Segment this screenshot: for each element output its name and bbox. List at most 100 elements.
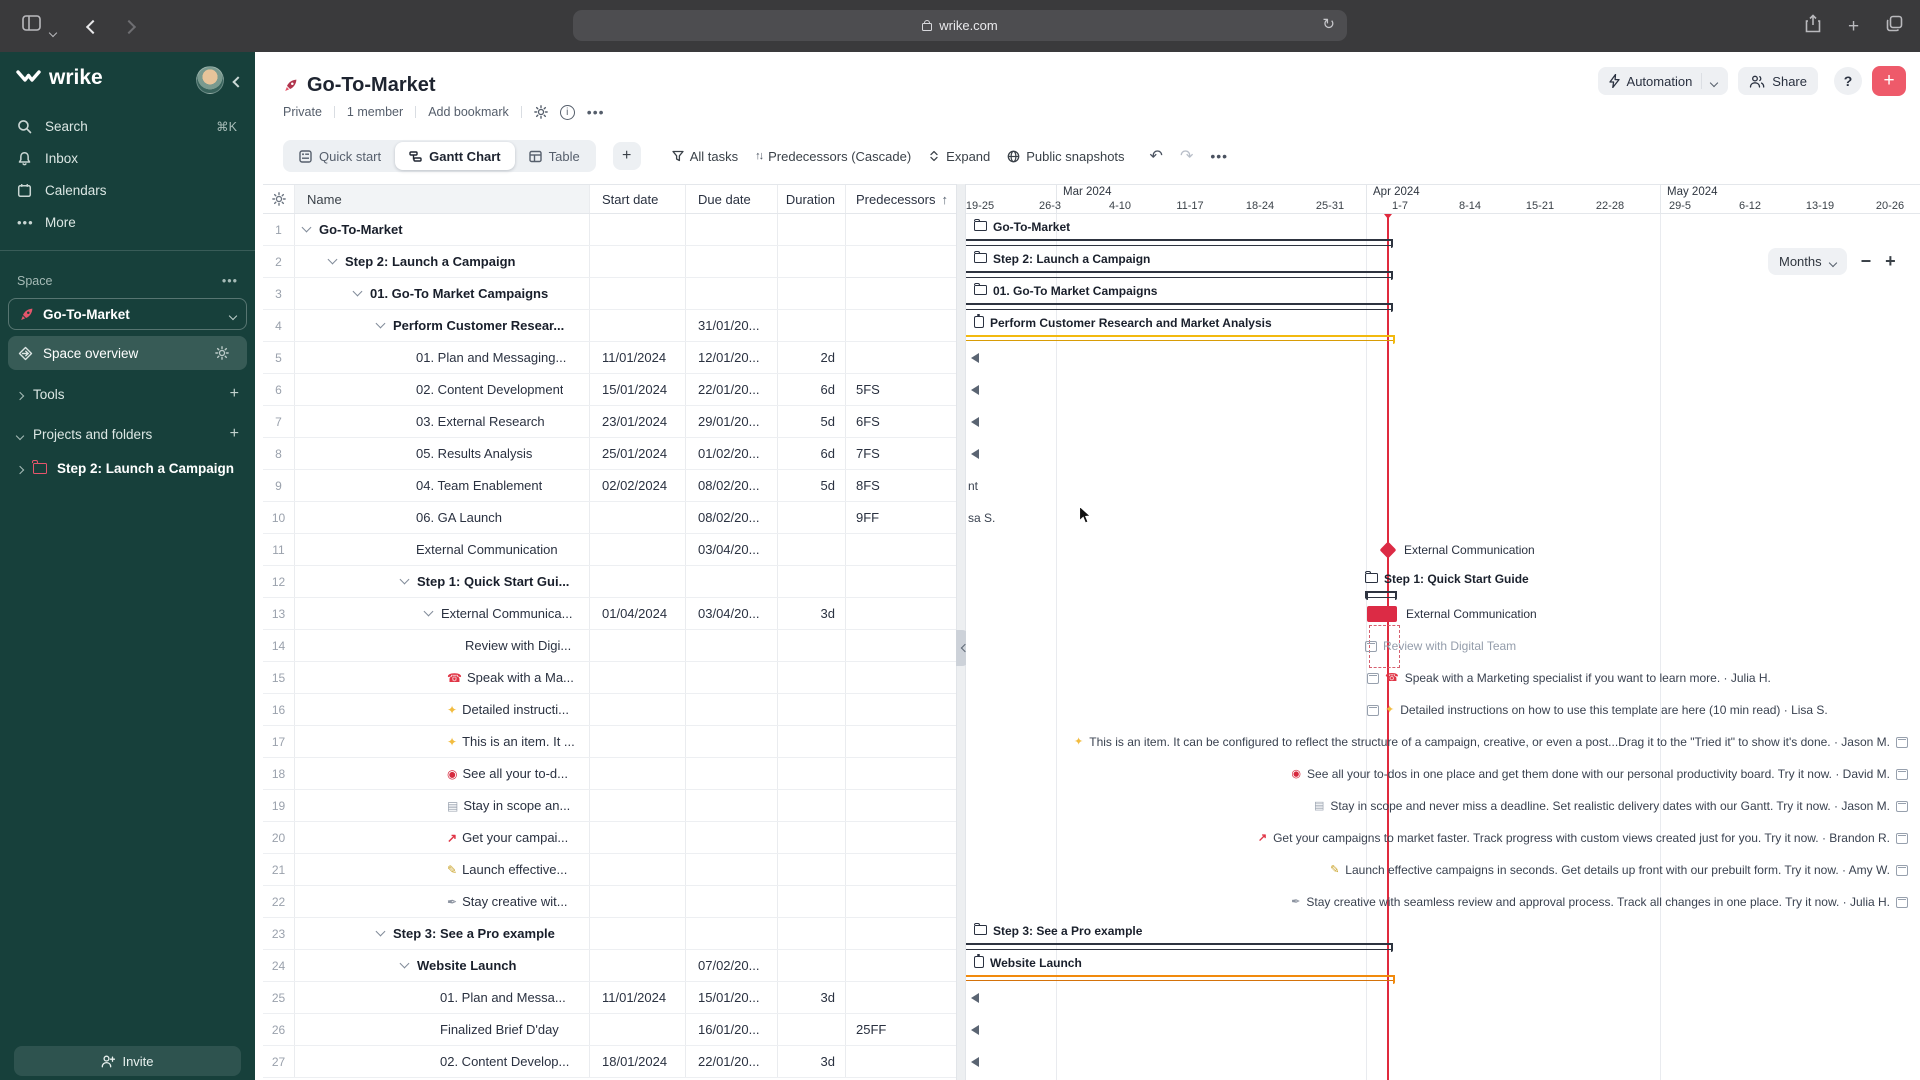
gear-icon[interactable] (215, 346, 229, 360)
duration-cell[interactable]: 5d (778, 406, 846, 437)
predecessors-cell[interactable] (846, 214, 956, 245)
task-name-cell[interactable]: 03. External Research (295, 406, 590, 437)
milestone-diamond[interactable] (1380, 542, 1397, 559)
sidebar-item-more[interactable]: ••• More (0, 206, 255, 238)
task-name-cell[interactable]: Website Launch (295, 950, 590, 981)
predecessors-cell[interactable] (846, 246, 956, 277)
expand-chevron[interactable] (328, 255, 338, 265)
duration-cell[interactable]: 5d (778, 470, 846, 501)
task-name-cell[interactable]: ✎Launch effective... (295, 854, 590, 885)
duration-cell[interactable] (778, 726, 846, 757)
start-date-cell[interactable] (590, 566, 686, 597)
start-date-cell[interactable] (590, 950, 686, 981)
offscreen-left-indicator[interactable] (971, 417, 979, 427)
start-date-cell[interactable] (590, 790, 686, 821)
table-row[interactable]: 21✎Launch effective... (263, 854, 956, 886)
task-name-cell[interactable]: Step 2: Launch a Campaign (295, 246, 590, 277)
task-name-cell[interactable]: 06. GA Launch (295, 502, 590, 533)
sidebar-item-search[interactable]: Search ⌘K (0, 110, 255, 142)
predecessors-cell[interactable]: 7FS (846, 438, 956, 469)
due-date-cell[interactable]: 08/02/20... (686, 470, 778, 501)
tab-quick-start[interactable]: Quick start (285, 140, 395, 172)
gantt-bar[interactable] (966, 335, 1395, 341)
due-date-cell[interactable]: 03/04/20... (686, 534, 778, 565)
predecessors-cell[interactable] (846, 726, 956, 757)
add-new-button[interactable]: + (1872, 66, 1906, 96)
duration-cell[interactable] (778, 694, 846, 725)
task-name-cell[interactable]: Finalized Brief D'day (295, 1014, 590, 1045)
duration-cell[interactable]: 3d (778, 982, 846, 1013)
gantt-bar[interactable] (966, 271, 1393, 278)
collapse-sidebar-icon[interactable] (234, 74, 242, 89)
predecessors-cell[interactable] (846, 630, 956, 661)
task-name-cell[interactable]: Perform Customer Resear... (295, 310, 590, 341)
duration-cell[interactable] (778, 790, 846, 821)
predecessors-cell[interactable]: 9FF (846, 502, 956, 533)
due-date-cell[interactable] (686, 662, 778, 693)
start-date-cell[interactable] (590, 246, 686, 277)
refresh-icon[interactable]: ↻ (1322, 15, 1335, 33)
due-date-cell[interactable] (686, 726, 778, 757)
gantt-note[interactable]: ☎Speak with a Marketing specialist if yo… (1367, 670, 1771, 686)
sidebar-item-step2-project[interactable]: Step 2: Launch a Campaign (0, 452, 255, 484)
predecessors-cell[interactable] (846, 342, 956, 373)
offscreen-left-indicator[interactable] (971, 449, 979, 459)
gantt-bar[interactable] (966, 239, 1393, 246)
table-row[interactable]: 602. Content Development15/01/202422/01/… (263, 374, 956, 406)
duration-cell[interactable]: 6d (778, 438, 846, 469)
tab-table[interactable]: Table (515, 140, 594, 172)
chevron-down-icon[interactable] (50, 23, 56, 41)
task-name-cell[interactable]: External Communica... (295, 598, 590, 629)
predecessors-cell[interactable] (846, 566, 956, 597)
predecessors-cell[interactable] (846, 918, 956, 949)
table-row[interactable]: 20↗Get your campai... (263, 822, 956, 854)
help-button[interactable]: ? (1834, 67, 1862, 95)
table-row[interactable]: 15☎Speak with a Ma... (263, 662, 956, 694)
predecessors-cell[interactable]: 25FF (846, 1014, 956, 1045)
table-row[interactable]: 1Go-To-Market (263, 214, 956, 246)
table-row[interactable]: 805. Results Analysis25/01/202401/02/20.… (263, 438, 956, 470)
gantt-note[interactable]: ↗Get your campaigns to market faster. Tr… (1258, 830, 1908, 846)
predecessors-cell[interactable] (846, 278, 956, 309)
predecessors-cell[interactable] (846, 982, 956, 1013)
table-row[interactable]: 2Step 2: Launch a Campaign (263, 246, 956, 278)
start-date-cell[interactable]: 01/04/2024 (590, 598, 686, 629)
table-row[interactable]: 18◉See all your to-d... (263, 758, 956, 790)
start-date-cell[interactable] (590, 726, 686, 757)
undo-button[interactable]: ↶ (1150, 146, 1163, 166)
predecessors-cell[interactable] (846, 886, 956, 917)
predecessors-cell[interactable] (846, 790, 956, 821)
due-date-cell[interactable]: 15/01/20... (686, 982, 778, 1013)
column-header-name[interactable]: Name (295, 185, 590, 213)
duration-cell[interactable] (778, 566, 846, 597)
task-name-cell[interactable]: Go-To-Market (295, 214, 590, 245)
due-date-cell[interactable] (686, 758, 778, 789)
task-name-cell[interactable]: 05. Results Analysis (295, 438, 590, 469)
add-tool-icon[interactable]: + (230, 385, 239, 403)
start-date-cell[interactable]: 02/02/2024 (590, 470, 686, 501)
due-date-cell[interactable] (686, 278, 778, 309)
table-row[interactable]: 23Step 3: See a Pro example (263, 918, 956, 950)
offscreen-left-indicator[interactable] (971, 993, 979, 1003)
task-name-cell[interactable]: 02. Content Development (295, 374, 590, 405)
task-name-cell[interactable]: ☎Speak with a Ma... (295, 662, 590, 693)
duration-cell[interactable] (778, 534, 846, 565)
predecessors-cell[interactable] (846, 758, 956, 789)
table-row[interactable]: 24Website Launch07/02/20... (263, 950, 956, 982)
offscreen-left-indicator[interactable] (971, 1025, 979, 1035)
table-row[interactable]: 2702. Content Develop...18/01/202422/01/… (263, 1046, 956, 1078)
sidebar-item-tools[interactable]: Tools + (0, 378, 255, 410)
gantt-bar[interactable] (1365, 591, 1397, 598)
start-date-cell[interactable]: 23/01/2024 (590, 406, 686, 437)
table-row[interactable]: 703. External Research23/01/202429/01/20… (263, 406, 956, 438)
start-date-cell[interactable]: 15/01/2024 (590, 374, 686, 405)
duration-cell[interactable] (778, 822, 846, 853)
task-name-cell[interactable]: 01. Plan and Messaging... (295, 342, 590, 373)
start-date-cell[interactable] (590, 214, 686, 245)
duration-cell[interactable] (778, 278, 846, 309)
privacy-label[interactable]: Private (283, 105, 322, 119)
duration-cell[interactable] (778, 854, 846, 885)
due-date-cell[interactable]: 22/01/20... (686, 1046, 778, 1077)
table-row[interactable]: 17✦This is an item. It ... (263, 726, 956, 758)
filter-all-tasks-button[interactable]: All tasks (672, 149, 738, 164)
